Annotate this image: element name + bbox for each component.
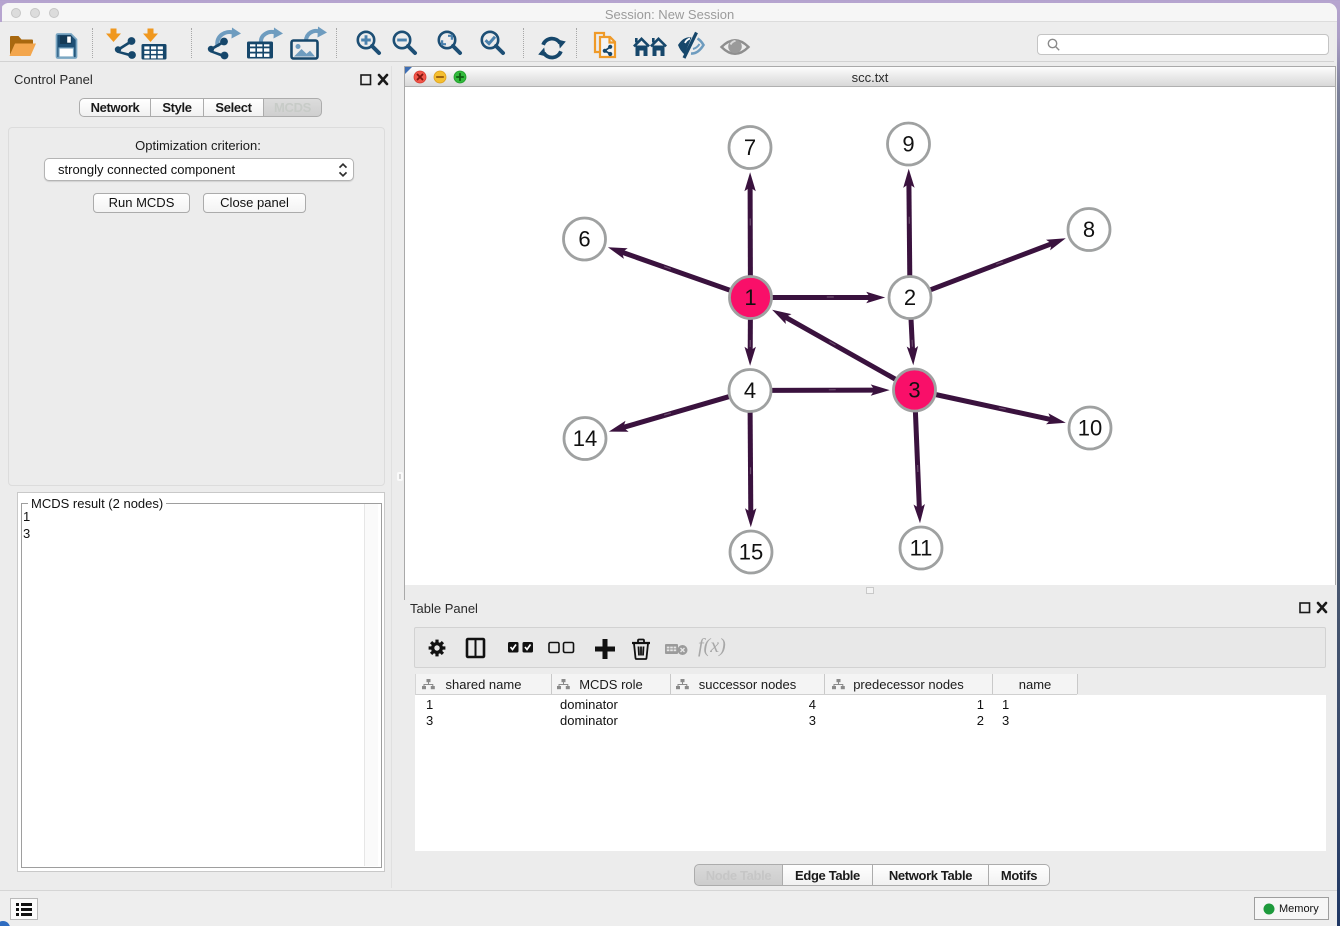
svg-text:3: 3 xyxy=(908,378,920,403)
svg-text:6: 6 xyxy=(578,227,590,252)
svg-text:14: 14 xyxy=(573,426,597,451)
svg-text:7: 7 xyxy=(744,135,756,160)
svg-text:1: 1 xyxy=(744,285,756,310)
svg-text:10: 10 xyxy=(1078,416,1102,441)
svg-text:4: 4 xyxy=(744,378,756,403)
svg-text:11: 11 xyxy=(910,536,933,561)
svg-text:8: 8 xyxy=(1083,217,1095,242)
svg-text:9: 9 xyxy=(902,132,914,157)
svg-text:15: 15 xyxy=(739,540,763,565)
svg-text:2: 2 xyxy=(904,285,916,310)
